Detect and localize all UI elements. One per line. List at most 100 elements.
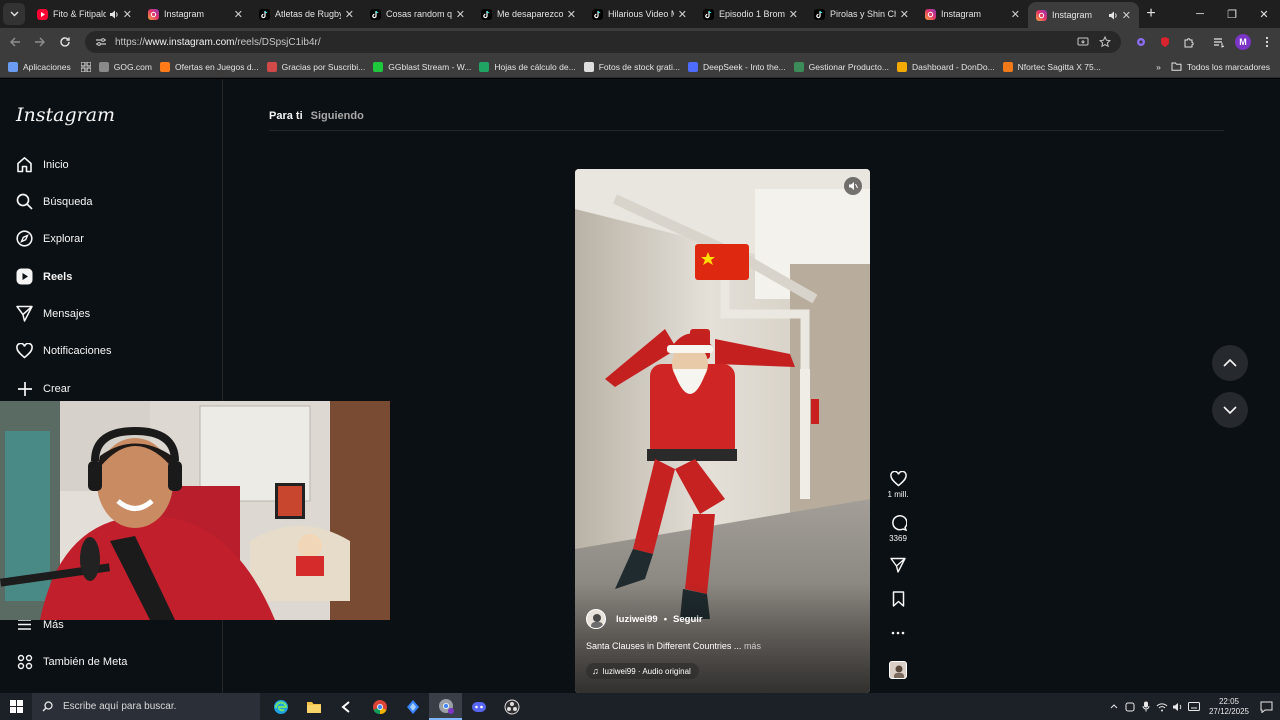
bookmark-item[interactable]: Nfortec Sagitta X 75... [1002,61,1101,72]
address-bar[interactable]: https://www.instagram.com/reels/DSpsjC1i… [85,31,1121,53]
media-control-button[interactable] [1207,36,1231,48]
bookmark-item[interactable]: GOG.com [98,61,152,72]
nav-item-crear[interactable]: Crear [16,380,71,397]
reel-caption[interactable]: Santa Clauses in Different Countries ...… [586,641,761,651]
browser-tab[interactable]: Cosas random qu ✕ [362,0,473,28]
taskbar-file-explorer[interactable] [297,693,330,720]
extensions-button[interactable] [1177,36,1201,48]
audio-thumbnail[interactable] [889,661,907,679]
install-app-icon[interactable] [1077,36,1089,48]
author-username[interactable]: luziwei99 [616,614,658,625]
nav-item-inicio[interactable]: Inicio [16,156,69,173]
restore-button[interactable]: ❐ [1216,8,1248,21]
browser-tab[interactable]: Instagram ✕ [140,0,251,28]
tab-close-icon[interactable]: ✕ [123,8,132,21]
browser-menu-button[interactable] [1255,36,1279,48]
tab-audio-icon[interactable] [1108,11,1118,20]
profile-button[interactable]: M [1231,34,1255,50]
caption-more[interactable]: más [744,641,761,651]
heart-icon[interactable] [889,471,907,487]
tab-close-icon[interactable]: ✕ [456,8,465,21]
forward-button[interactable] [27,36,52,48]
bookmark-item[interactable]: GGblast Stream - W... [373,61,471,72]
nav-item-explorar[interactable]: Explorar [16,230,84,247]
chevron-right-double-icon[interactable]: » [1156,62,1161,72]
browser-tab[interactable]: Hilarious Video M ✕ [584,0,695,28]
nav-item-mensajes[interactable]: Mensajes [16,305,90,322]
taskbar-search[interactable]: Escribe aquí para buscar. [32,693,260,720]
reload-button[interactable] [52,36,77,48]
tray-mic-icon[interactable] [1138,701,1154,712]
author-avatar[interactable] [586,609,606,629]
mute-button[interactable] [844,177,862,195]
more-horizontal-icon[interactable] [891,631,905,635]
taskbar-app-arrow[interactable] [330,693,363,720]
taskbar-chrome-profile[interactable] [429,693,462,720]
bookmark-item[interactable]: Hojas de cálculo de... [479,61,576,72]
browser-tab[interactable]: Me desaparezco ✕ [473,0,584,28]
bookmark-item[interactable]: Aplicaciones [8,61,71,72]
instagram-logo[interactable]: Instagram [16,104,115,126]
bookmark-icon[interactable] [892,591,905,607]
taskbar-discord[interactable] [462,693,495,720]
tab-close-icon[interactable]: ✕ [1011,8,1020,21]
taskbar-app-blue[interactable] [396,693,429,720]
bookmark-item[interactable]: Gestionar Producto... [793,61,889,72]
all-bookmarks-button[interactable]: » Todos los marcadores [1156,62,1270,72]
close-window-button[interactable]: ✕ [1248,8,1280,21]
back-button[interactable] [2,36,27,48]
bookmark-item[interactable]: DeepSeek - Into the... [687,61,786,72]
nav-meta[interactable]: También de Meta [16,653,127,670]
taskbar-clock[interactable]: 22:05 27/12/2025 [1206,697,1252,717]
send-icon[interactable] [890,557,906,573]
minimize-button[interactable]: ─ [1184,8,1216,21]
start-button[interactable] [0,700,32,713]
tray-keyboard-icon[interactable] [1186,702,1202,711]
tray-volume-icon[interactable] [1170,702,1186,712]
puzzle-icon [1184,38,1194,48]
tab-close-icon[interactable]: ✕ [1122,9,1131,22]
nav-item-notificaciones[interactable]: Notificaciones [16,342,111,359]
tab-search-button[interactable] [3,3,25,25]
tab-audio-icon[interactable] [109,10,119,19]
nav-item-reels[interactable]: Reels [16,268,72,285]
bookmark-item[interactable]: Fotos de stock grati... [583,61,680,72]
bookmark-star-icon[interactable] [1099,36,1111,48]
tab-close-icon[interactable]: ✕ [900,8,909,21]
extension-gear-button[interactable] [1129,36,1153,48]
tab-close-icon[interactable]: ✕ [234,8,243,21]
tab-siguiendo[interactable]: Siguiendo [311,110,364,122]
apps-grid-icon[interactable] [80,61,91,72]
tab-close-icon[interactable]: ✕ [567,8,576,21]
tray-overflow-button[interactable] [1106,704,1122,709]
bookmark-item[interactable]: Gracias por Suscribi... [266,61,365,72]
next-reel-button[interactable] [1212,392,1248,428]
tab-close-icon[interactable]: ✕ [678,8,687,21]
tab-para-ti[interactable]: Para ti [269,110,303,122]
taskbar-edge[interactable] [264,693,297,720]
reel-video[interactable]: luziwei99 • Seguir Santa Clauses in Diff… [575,169,870,693]
browser-tab[interactable]: Pirolas y Shin Cha ✕ [806,0,917,28]
tab-close-icon[interactable]: ✕ [789,8,798,21]
tab-close-icon[interactable]: ✕ [345,8,354,21]
new-tab-button[interactable]: + [1139,5,1163,23]
follow-button[interactable]: Seguir [673,614,703,625]
browser-tab[interactable]: Instagram ✕ [1028,2,1139,28]
notifications-button[interactable] [1252,701,1280,713]
bookmark-item[interactable]: Ofertas en Juegos d... [160,61,259,72]
browser-tab[interactable]: Fito & Fitipaldis ✕ [29,0,140,28]
browser-tab[interactable]: Atletas de Rugby ✕ [251,0,362,28]
extension-red-button[interactable] [1153,36,1177,48]
taskbar-obs[interactable] [495,693,528,720]
comment-icon[interactable] [890,514,907,531]
bookmark-item[interactable]: Dashboard - DonDo... [896,61,995,72]
tray-network-icon[interactable] [1154,702,1170,712]
browser-tab[interactable]: Episodio 1 Broma ✕ [695,0,806,28]
taskbar-chrome[interactable] [363,693,396,720]
previous-reel-button[interactable] [1212,345,1248,381]
site-settings-icon[interactable] [95,37,107,47]
nav-item-busqueda[interactable]: Búsqueda [16,193,93,210]
browser-tab[interactable]: Instagram ✕ [917,0,1028,28]
tray-app-icon[interactable] [1122,702,1138,712]
reel-audio[interactable]: ♫ luziwei99 · Audio original [586,663,699,679]
